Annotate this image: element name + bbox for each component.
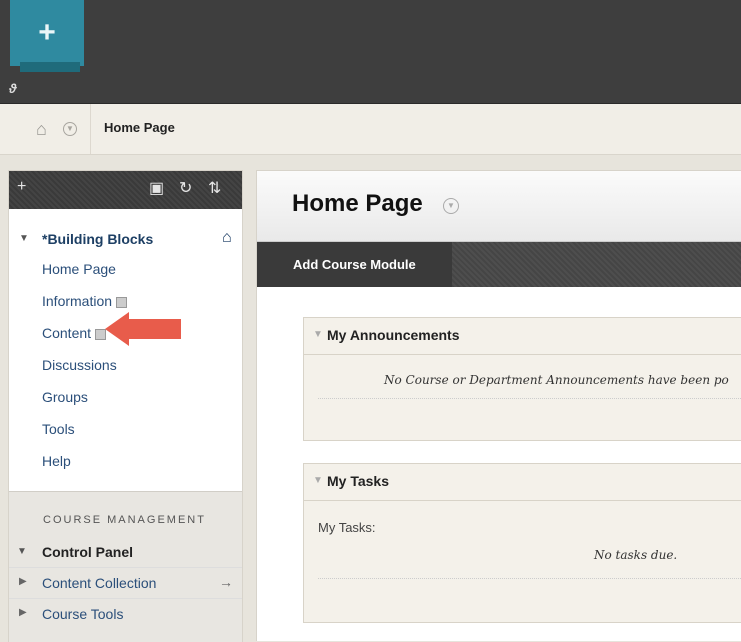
menu-item-discussions[interactable]: Discussions bbox=[9, 349, 242, 381]
divider bbox=[318, 578, 741, 579]
module-title: My Announcements bbox=[327, 327, 460, 343]
tasks-text: No tasks due. bbox=[594, 548, 678, 562]
home-icon[interactable]: ⌂ bbox=[36, 119, 47, 140]
action-bar: Add Course Module bbox=[257, 242, 741, 287]
arrow-right-icon: → bbox=[219, 574, 233, 590]
course-tools-item[interactable]: ▶ Course Tools bbox=[9, 598, 242, 629]
sort-icon[interactable]: ⇅ bbox=[208, 178, 221, 198]
plus-icon: + bbox=[38, 16, 56, 49]
breadcrumb-home-area: ⌂ ▼ bbox=[20, 104, 91, 154]
chevron-down-icon[interactable]: ▼ bbox=[63, 122, 77, 136]
announcements-module: ▼ My Announcements No Course or Departme… bbox=[303, 317, 741, 441]
breadcrumb-title[interactable]: Home Page bbox=[104, 120, 175, 135]
announcements-text: No Course or Department Announcements ha… bbox=[384, 373, 729, 387]
collapse-icon[interactable]: ▼ bbox=[17, 546, 27, 557]
tasks-module: ▼ My Tasks My Tasks: No tasks due. bbox=[303, 463, 741, 623]
refresh-icon[interactable]: ↻ bbox=[179, 178, 192, 198]
add-menu-button[interactable]: + bbox=[10, 0, 84, 72]
divider bbox=[318, 398, 741, 399]
menu-item-groups[interactable]: Groups bbox=[9, 381, 242, 413]
top-bar: + ϑ bbox=[0, 0, 741, 104]
expand-icon[interactable]: ▶ bbox=[19, 607, 27, 618]
menu-item-home-page[interactable]: Home Page bbox=[9, 253, 242, 285]
collapse-icon[interactable]: ▼ bbox=[313, 329, 323, 340]
course-tools-label: Course Tools bbox=[42, 606, 124, 622]
content-collection-item[interactable]: ▶ Content Collection → bbox=[9, 567, 242, 598]
menu-item-label: Information bbox=[42, 293, 113, 309]
module-header[interactable]: ▼ My Tasks bbox=[304, 464, 741, 501]
expand-icon[interactable]: ▶ bbox=[19, 576, 27, 587]
module-title: My Tasks bbox=[327, 473, 389, 489]
content-area-icon bbox=[116, 296, 128, 308]
control-panel-header[interactable]: ▼ Control Panel bbox=[9, 540, 242, 566]
add-menu-item-icon[interactable]: + bbox=[17, 178, 26, 196]
page-title: Home Page bbox=[292, 190, 423, 217]
chevron-down-icon[interactable]: ▼ bbox=[443, 198, 459, 214]
module-header[interactable]: ▼ My Announcements bbox=[304, 318, 741, 355]
edit-mode-icon[interactable]: ϑ bbox=[9, 81, 21, 96]
collapse-icon[interactable]: ▼ bbox=[19, 233, 29, 244]
course-menu-toolbar: + ▣ ↻ ⇅ bbox=[9, 171, 242, 209]
course-menu: + ▣ ↻ ⇅ ▼ *Building Blocks ⌂ Home Page I… bbox=[8, 170, 243, 642]
breadcrumb: ⌂ ▼ Home Page bbox=[0, 104, 741, 155]
menu-item-label: Home Page bbox=[42, 261, 116, 277]
menu-item-label: Content bbox=[42, 325, 92, 341]
tasks-label: My Tasks: bbox=[318, 520, 376, 535]
course-name: *Building Blocks bbox=[42, 231, 154, 247]
content-collection-label: Content Collection bbox=[42, 575, 157, 591]
menu-item-help[interactable]: Help bbox=[9, 445, 242, 477]
add-course-module-button[interactable]: Add Course Module bbox=[257, 242, 452, 287]
menu-item-label: Help bbox=[42, 453, 71, 469]
menu-item-tools[interactable]: Tools bbox=[9, 413, 242, 445]
control-panel-label: Control Panel bbox=[42, 544, 134, 560]
course-header[interactable]: ▼ *Building Blocks ⌂ bbox=[9, 227, 242, 253]
main-content: Home Page ▼ Add Course Module ▼ My Annou… bbox=[256, 170, 741, 641]
page-header: Home Page ▼ bbox=[257, 171, 741, 242]
menu-item-label: Groups bbox=[42, 389, 88, 405]
collapse-icon[interactable]: ▼ bbox=[313, 475, 323, 486]
course-management-section: COURSE MANAGEMENT ▼ Control Panel ▶ Cont… bbox=[9, 491, 242, 642]
folder-icon[interactable]: ▣ bbox=[149, 178, 164, 198]
menu-item-label: Discussions bbox=[42, 357, 117, 373]
home-icon[interactable]: ⌂ bbox=[222, 229, 232, 247]
menu-item-label: Tools bbox=[42, 421, 75, 437]
red-arrow-icon bbox=[105, 312, 181, 346]
course-management-title: COURSE MANAGEMENT bbox=[43, 514, 206, 526]
